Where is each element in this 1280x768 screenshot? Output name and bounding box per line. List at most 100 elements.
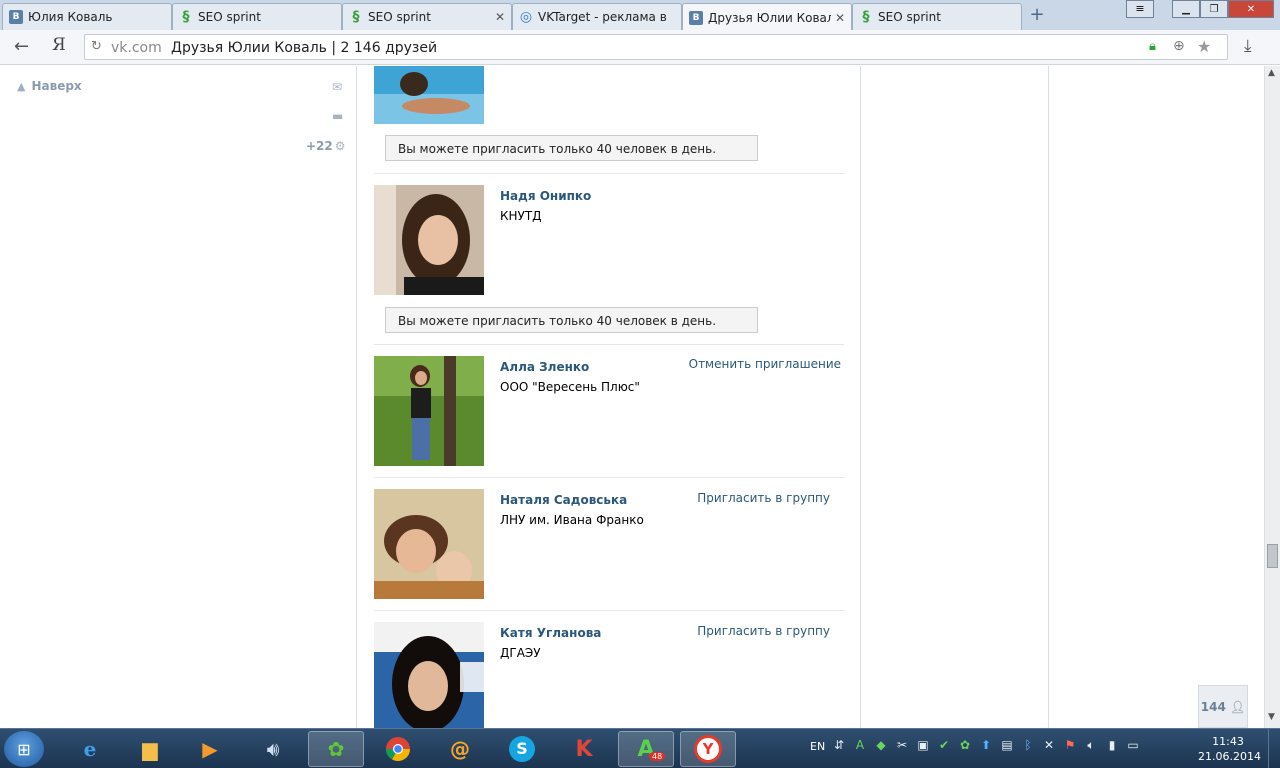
online-counter[interactable]: 144 👤︎ [1198,685,1248,728]
divider [374,477,844,478]
tab-label: SEO sprint [878,10,941,24]
yandex-button[interactable]: Я [52,35,66,55]
invite-limit-notice: Вы можете пригласить только 40 человек в… [385,307,758,333]
tray-agent-icon[interactable]: A [853,738,867,753]
lock-icon[interactable]: 🔒︎ [1149,39,1156,54]
vk-icon: B [689,10,703,25]
tray-network-icon[interactable]: ✂ [895,738,909,753]
show-desktop-button[interactable] [1268,729,1280,768]
scroll-up-arrow-icon[interactable]: ▲ [1268,68,1275,78]
friend-photo[interactable] [374,356,484,466]
tray-power-icon[interactable]: ▮ [1105,738,1119,753]
back-arrow-icon[interactable]: ← [14,36,29,57]
tab-friends-yulia[interactable]: B Друзья Юлии Коваль ✕ [682,3,852,31]
volume-app-icon[interactable]: 🔊︎ [245,731,301,767]
photo-skin [415,371,427,385]
tab-label: Друзья Юлии Коваль [708,10,831,25]
scroll-thumb[interactable] [1267,544,1278,568]
close-icon[interactable]: ✕ [495,10,505,24]
friend-row: Надя Онипко КНУТД [374,185,844,295]
friend-photo[interactable] [374,66,484,124]
friend-photo[interactable] [374,185,484,295]
close-icon[interactable]: ✕ [835,11,845,25]
maximize-button[interactable]: ❐ [1200,0,1228,18]
minimize-button[interactable]: ▁ [1172,0,1200,18]
friend-photo[interactable] [374,622,484,728]
window-controls: ▁ ❐ ✕ [1172,0,1274,18]
tab-label: Юлия Коваль [28,10,113,24]
browser-menu-button[interactable]: ≡ [1126,0,1154,18]
to-top-link[interactable]: ▲ Наверх [17,79,82,93]
invite-limit-notice: Вы можете пригласить только 40 человек в… [385,135,758,161]
tray-icq-icon[interactable]: ✿ [958,738,972,753]
tray-update-icon[interactable]: ▤ [1000,738,1014,753]
photo-hair [400,72,428,96]
user-icon: 👤︎ [1230,699,1246,714]
friend-row: Катя Угланова ДГАЭУ Пригласить в группу [374,622,844,728]
notifications-counter[interactable]: +22 ⚙ [306,139,346,153]
tab-yulia-koval[interactable]: B Юлия Коваль [2,3,172,30]
tab-seo-sprint-3[interactable]: § SEO sprint [852,3,1022,30]
tray-network-status-icon[interactable]: ▭ [1126,738,1140,753]
photo-skin [418,215,458,265]
tray-volume-icon[interactable]: 🔈︎ [1084,738,1098,753]
vk-icon: B [9,10,23,24]
chat-icon[interactable]: ▬ [332,109,343,123]
browser-toolbar: ← Я ↻ vk.com Друзья Юлии Коваль | 2 146 … [0,30,1280,65]
chrome-icon[interactable] [370,731,426,767]
ie-icon[interactable]: e [62,731,118,767]
download-icon[interactable]: ⤓ [1244,36,1252,56]
tab-seo-sprint-1[interactable]: § SEO sprint [172,3,342,30]
divider [374,610,844,611]
media-player-icon[interactable]: ▶ [182,731,238,767]
agent-icon[interactable]: A 48 [618,731,674,767]
friend-subtitle: КНУТД [500,209,542,223]
tab-vktarget[interactable]: ◎ VKTarget - реклама в [512,3,682,30]
gear-icon: ⚙ [334,139,346,153]
agent-badge: 48 [649,752,666,761]
language-indicator[interactable]: EN [810,740,825,753]
tray-upload-icon[interactable]: ⬆ [979,738,993,753]
tray-pointer-icon[interactable]: ⇵ [832,738,846,753]
reload-icon[interactable]: ↻ [91,39,102,54]
friend-subtitle: ЛНУ им. Ивана Франко [500,513,644,527]
friend-row: Наталя Садовська ЛНУ им. Ивана Франко Пр… [374,489,844,599]
friends-list: Вы можете пригласить только 40 человек в… [358,66,860,728]
zoom-icon[interactable]: ⊕ [1173,38,1185,54]
friend-name[interactable]: Алла Зленко [500,360,589,374]
cancel-invite-link[interactable]: Отменить приглашение [689,357,841,371]
explorer-icon[interactable]: ▆ [122,731,178,767]
tab-seo-sprint-2[interactable]: § SEO sprint ✕ [342,3,512,30]
tray-green-icon[interactable]: ◆ [874,738,888,753]
invite-to-group-link[interactable]: Пригласить в группу [697,491,830,505]
close-window-button[interactable]: ✕ [1228,0,1274,18]
friend-name[interactable]: Надя Онипко [500,189,591,203]
start-button[interactable]: ⊞ [4,731,44,767]
tray-flag-icon[interactable]: ⚑ [1063,738,1077,753]
star-icon[interactable]: ★ [1197,37,1211,56]
divider [374,344,844,345]
tray-tools-icon[interactable]: ✕ [1042,738,1056,753]
skype-icon[interactable]: S [494,731,550,767]
kaspersky-icon[interactable]: K [556,731,612,767]
invite-to-group-link[interactable]: Пригласить в группу [697,624,830,638]
clock-time: 11:43 [1212,735,1244,748]
address-bar[interactable]: ↻ vk.com Друзья Юлии Коваль | 2 146 друз… [84,34,1228,60]
bluetooth-icon[interactable]: ᛒ [1021,738,1035,753]
online-count: 144 [1200,699,1226,714]
mail-agent-icon[interactable]: @ [432,731,488,767]
yandex-browser-icon[interactable]: Y [680,731,736,767]
icq-icon[interactable]: ✿ [308,731,364,767]
tray-monitor-icon[interactable]: ▣ [916,738,930,753]
friend-photo[interactable] [374,489,484,599]
friend-name[interactable]: Катя Угланова [500,626,601,640]
friend-name[interactable]: Наталя Садовська [500,493,627,507]
tray-check-icon[interactable]: ✔ [937,738,951,753]
tab-label: SEO sprint [368,10,431,24]
scroll-down-arrow-icon[interactable]: ▼ [1268,712,1275,722]
page-scrollbar[interactable]: ▲ ▼ [1264,66,1280,728]
new-tab-button[interactable]: + [1028,5,1046,25]
mail-icon[interactable]: ✉ [332,80,342,94]
system-clock[interactable]: 11:43 21.06.2014 [1198,734,1261,764]
friend-subtitle: ООО "Вересень Плюс" [500,380,640,394]
